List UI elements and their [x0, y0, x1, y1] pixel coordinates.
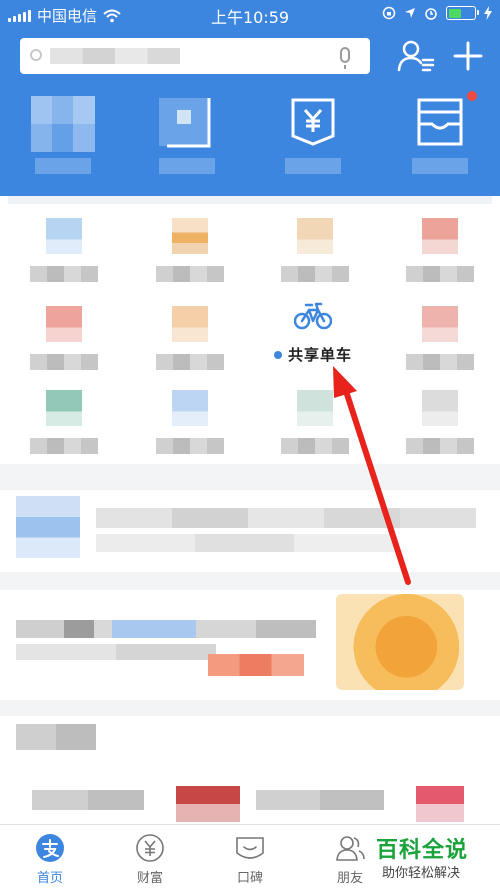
search-row	[20, 38, 483, 74]
quick-action-collect[interactable]	[263, 92, 363, 182]
charging-icon	[484, 6, 492, 20]
app-icon	[172, 390, 208, 426]
app-icon	[46, 390, 82, 426]
app-label-blurred	[406, 438, 474, 454]
quick-action-grid	[0, 90, 500, 182]
yuan-icon	[291, 98, 335, 146]
app-grid-item[interactable]	[140, 296, 240, 376]
quick-action-cards[interactable]	[390, 90, 490, 182]
alipay-home-icon	[36, 834, 64, 862]
app-label-blurred	[156, 266, 224, 282]
list-image-blurred[interactable]	[176, 786, 240, 822]
tab-label: 口碑	[236, 871, 263, 886]
bike-icon	[294, 302, 332, 330]
quick-action-label	[285, 158, 341, 174]
app-icon	[46, 218, 82, 254]
app-icon	[172, 306, 208, 342]
list-item-blurred[interactable]	[256, 790, 384, 810]
app-grid-item[interactable]	[390, 208, 490, 288]
tab-home[interactable]: 首页	[0, 825, 100, 889]
app-label-blurred	[30, 438, 98, 454]
alarm-icon	[425, 8, 437, 20]
scan-icon	[31, 96, 95, 152]
app-icon	[422, 218, 458, 254]
card-pack-icon	[417, 98, 463, 146]
section-title-blurred	[16, 724, 96, 750]
section-divider	[0, 700, 500, 716]
promo-subtext-blurred	[96, 534, 396, 552]
app-grid-item[interactable]	[14, 380, 114, 460]
search-icon	[30, 49, 42, 61]
app-icon	[422, 306, 458, 342]
watermark-title: 百科全说	[376, 838, 469, 863]
quick-action-pay[interactable]	[137, 92, 237, 182]
app-label-blurred	[30, 354, 98, 370]
battery-icon	[446, 6, 479, 20]
app-icon	[172, 218, 208, 254]
watermark-subtitle: 助你轻松解决	[382, 866, 461, 881]
feed-title-blurred	[16, 620, 316, 638]
rotation-lock-icon	[382, 6, 396, 20]
header: 中国电信 上午10:59	[0, 0, 500, 196]
feed-tag-blurred	[208, 654, 304, 676]
promo-icon-blurred[interactable]	[16, 496, 80, 558]
quick-action-label	[35, 158, 91, 174]
shared-bike-item[interactable]: 共享单车	[258, 300, 368, 370]
pay-icon	[159, 98, 211, 148]
app-grid-item[interactable]	[390, 380, 490, 460]
tab-wealth[interactable]: 财富	[100, 825, 200, 889]
yuan-coin-icon	[136, 834, 164, 862]
app-label-blurred	[30, 266, 98, 282]
search-input[interactable]	[20, 38, 370, 74]
app-grid-item[interactable]	[140, 208, 240, 288]
contacts-icon[interactable]	[396, 38, 436, 74]
quick-action-scan[interactable]	[13, 92, 113, 182]
add-icon[interactable]	[450, 38, 486, 74]
section-divider	[0, 572, 500, 590]
notification-badge	[466, 90, 478, 102]
section-divider	[0, 464, 500, 490]
app-grid-item[interactable]	[140, 380, 240, 460]
app-grid-item[interactable]	[265, 380, 365, 460]
app-label-blurred	[406, 266, 474, 282]
app-icon	[422, 390, 458, 426]
quick-action-label	[412, 158, 468, 174]
app-grid-item[interactable]	[14, 296, 114, 376]
tab-label: 首页	[36, 871, 63, 886]
app-content: 共享单车	[0, 196, 500, 824]
app-icon	[46, 306, 82, 342]
app-label-blurred	[156, 438, 224, 454]
status-bar: 中国电信 上午10:59	[0, 0, 500, 28]
microphone-icon[interactable]	[340, 47, 350, 69]
list-item-blurred[interactable]	[32, 790, 144, 810]
feed-text-blurred	[16, 644, 216, 660]
promo-text-blurred	[96, 508, 476, 528]
friends-icon	[336, 836, 365, 861]
app-icon	[297, 390, 333, 426]
quick-action-label	[159, 158, 215, 174]
new-badge-dot	[273, 350, 282, 359]
feed-image-blurred[interactable]	[336, 594, 464, 690]
app-label-blurred	[281, 438, 349, 454]
shared-bike-label: 共享单车	[287, 346, 352, 364]
app-grid-item[interactable]	[265, 208, 365, 288]
app-grid-item[interactable]	[14, 208, 114, 288]
app-icon	[297, 218, 333, 254]
tab-koubei[interactable]: 口碑	[200, 825, 300, 889]
location-icon	[405, 8, 415, 18]
search-placeholder-blurred	[50, 48, 180, 64]
list-image-blurred[interactable]	[416, 786, 464, 822]
app-label-blurred	[156, 354, 224, 370]
card-top-divider	[8, 196, 492, 204]
app-label-blurred	[281, 266, 349, 282]
shared-bike-label-row: 共享单车	[258, 344, 368, 365]
tab-label: 财富	[136, 871, 163, 886]
app-grid-item[interactable]	[390, 296, 490, 376]
app-label-blurred	[406, 354, 474, 370]
watermark: 百科全说 助你轻松解决	[376, 832, 494, 882]
koubei-icon	[236, 837, 264, 859]
